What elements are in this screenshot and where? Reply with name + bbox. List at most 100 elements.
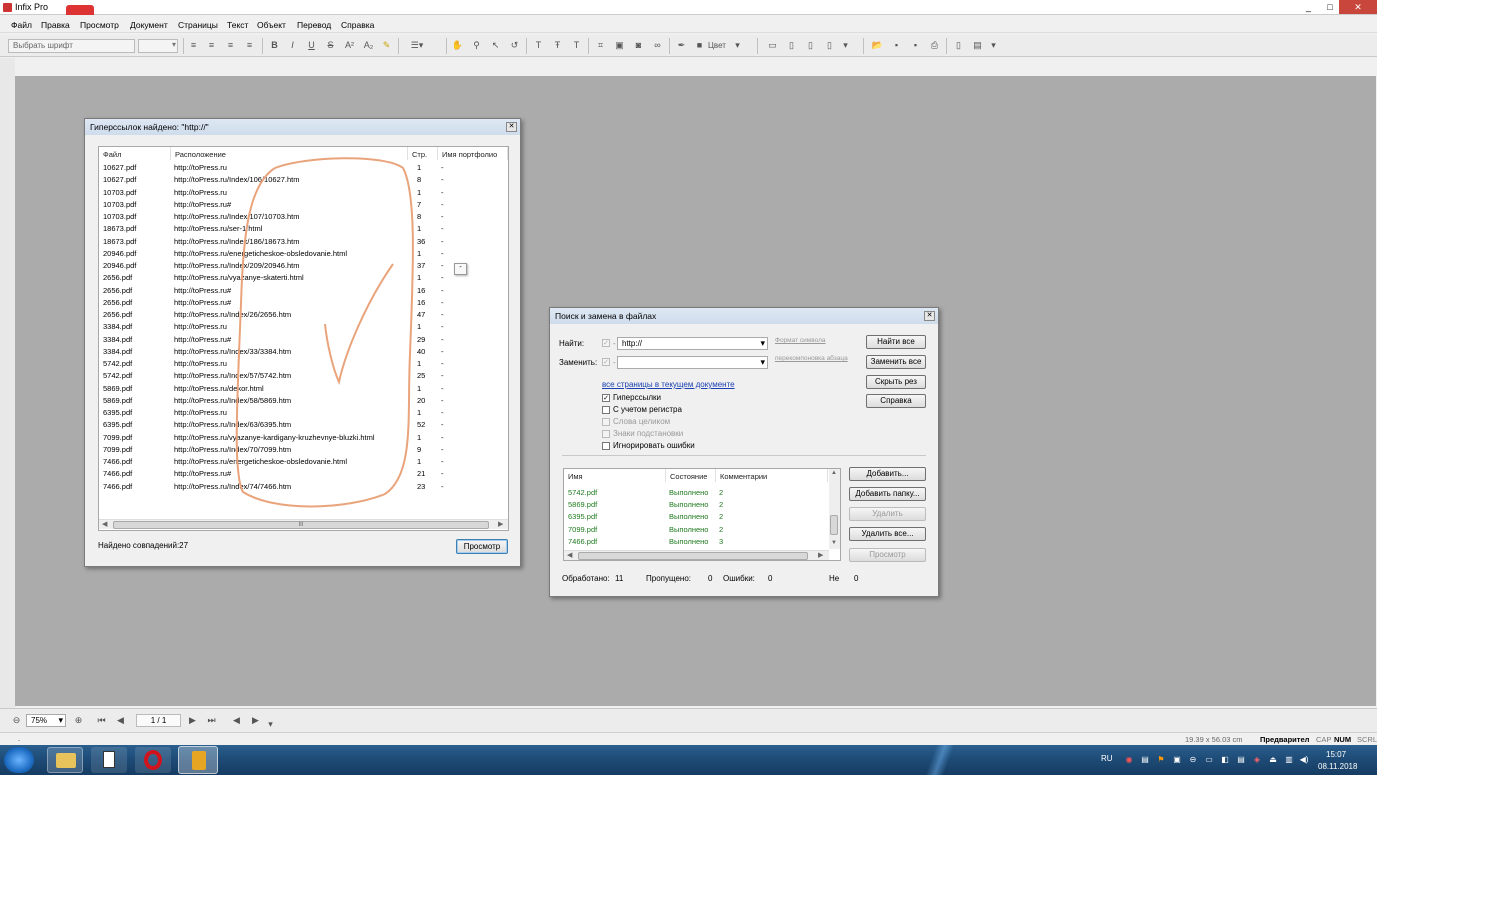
tray-network-icon[interactable]: ▤: [1140, 755, 1150, 765]
font-select[interactable]: Выбрать шрифт: [8, 39, 135, 53]
next-page-icon[interactable]: ▶: [186, 714, 199, 727]
text-edit-icon[interactable]: Ŧ: [551, 39, 564, 52]
file-comment[interactable]: 3: [719, 537, 723, 546]
scroll-right-icon[interactable]: ▶: [498, 520, 503, 528]
scroll-down-icon[interactable]: ▼: [831, 540, 837, 546]
link-file[interactable]: 10627.pdf: [103, 163, 136, 172]
link-portfolio[interactable]: -: [441, 457, 444, 466]
wildcards-checkbox[interactable]: [602, 430, 610, 438]
crop-icon[interactable]: ⌗: [594, 39, 607, 52]
tray-security-icon[interactable]: ◈: [1252, 755, 1262, 765]
scroll-right-icon[interactable]: ▶: [818, 551, 823, 559]
replace-all-button[interactable]: Заменить все: [866, 355, 926, 369]
link-file[interactable]: 20946.pdf: [103, 261, 136, 270]
page-add-icon[interactable]: ▯: [785, 39, 798, 52]
link-file[interactable]: 10703.pdf: [103, 188, 136, 197]
link-file[interactable]: 2656.pdf: [103, 286, 132, 295]
link-file[interactable]: 7099.pdf: [103, 445, 132, 454]
eyedropper-icon[interactable]: ✒: [675, 39, 688, 52]
vertical-scrollbar[interactable]: ▲ ▼: [829, 469, 840, 549]
scroll-thumb[interactable]: III: [113, 521, 489, 529]
col-comments[interactable]: Комментарии: [716, 469, 828, 482]
menu-translate[interactable]: Перевод: [297, 20, 331, 30]
horizontal-scrollbar[interactable]: ◀ III ▶: [99, 519, 508, 529]
link-portfolio[interactable]: -: [441, 261, 444, 270]
link-location[interactable]: http://toPress.ru#: [174, 286, 231, 295]
format-symbol-link[interactable]: Формат символа: [775, 337, 826, 344]
font-size-select[interactable]: [138, 39, 178, 53]
link-portfolio[interactable]: -: [441, 359, 444, 368]
text-frame-icon[interactable]: T: [570, 39, 583, 52]
minimize-button[interactable]: _: [1296, 0, 1321, 14]
link-file[interactable]: 20946.pdf: [103, 249, 136, 258]
select-tool-icon[interactable]: ↖: [489, 39, 502, 52]
file-status[interactable]: Выполнено: [669, 525, 708, 534]
remove-all-button[interactable]: Удалить все...: [849, 527, 926, 541]
file-comment[interactable]: 2: [719, 512, 723, 521]
last-page-icon[interactable]: ⏭: [205, 714, 218, 727]
link-location[interactable]: http://toPress.ru#: [174, 469, 231, 478]
taskbar-infix[interactable]: [178, 746, 218, 774]
menu-view[interactable]: Просмотр: [80, 20, 119, 30]
page-edit-icon[interactable]: ▯: [804, 39, 817, 52]
page-number-field[interactable]: 1 / 1: [136, 714, 181, 727]
tray-display-icon[interactable]: ▤: [1236, 755, 1246, 765]
horizontal-scrollbar[interactable]: ◀ ▶: [564, 550, 829, 560]
maximize-button[interactable]: □: [1321, 0, 1339, 14]
link-file[interactable]: 10703.pdf: [103, 212, 136, 221]
link-file[interactable]: 2656.pdf: [103, 310, 132, 319]
link-portfolio[interactable]: -: [441, 310, 444, 319]
zoom-select[interactable]: 75%: [26, 714, 66, 727]
replace-checkbox[interactable]: ✓: [602, 358, 610, 366]
add-folder-button[interactable]: Добавить папку...: [849, 487, 926, 501]
file-status[interactable]: Выполнено: [669, 488, 708, 497]
menu-file[interactable]: Файл: [11, 20, 32, 30]
link-file[interactable]: 2656.pdf: [103, 273, 132, 282]
file-status[interactable]: Выполнено: [669, 512, 708, 521]
export-dropdown-icon[interactable]: ▾: [987, 39, 1000, 52]
link-file[interactable]: 18673.pdf: [103, 224, 136, 233]
link-location[interactable]: http://toPress.ru: [174, 163, 227, 172]
link-file[interactable]: 3384.pdf: [103, 322, 132, 331]
zoom-out-icon[interactable]: ⊖: [10, 714, 23, 727]
back-icon[interactable]: ◀: [230, 714, 243, 727]
link-portfolio[interactable]: -: [441, 224, 444, 233]
start-button[interactable]: [4, 747, 34, 773]
tray-monitor-icon[interactable]: ▭: [1204, 755, 1214, 765]
zoom-in-icon[interactable]: ⊕: [72, 714, 85, 727]
link-portfolio[interactable]: -: [441, 335, 444, 344]
underline-icon[interactable]: U: [305, 39, 318, 52]
align-justify-icon[interactable]: ≡: [243, 39, 256, 52]
find-checkbox[interactable]: ✓: [602, 339, 610, 347]
col-portfolio[interactable]: Имя портфолио: [438, 147, 508, 160]
subscript-icon[interactable]: A₂: [362, 39, 375, 52]
replace-input[interactable]: [617, 356, 768, 369]
ignore-errors-checkbox[interactable]: [602, 442, 610, 450]
tray-sync-icon[interactable]: ⊖: [1188, 755, 1198, 765]
link-location[interactable]: http://toPress.ru: [174, 408, 227, 417]
scroll-left-icon[interactable]: ◀: [102, 520, 107, 528]
link-portfolio[interactable]: -: [441, 322, 444, 331]
print-icon[interactable]: ⎙: [928, 39, 941, 52]
bold-icon[interactable]: B: [268, 39, 281, 52]
link-file[interactable]: 3384.pdf: [103, 347, 132, 356]
menu-document[interactable]: Документ: [130, 20, 168, 30]
superscript-icon[interactable]: A²: [343, 39, 356, 52]
link-file[interactable]: 5742.pdf: [103, 359, 132, 368]
link-file[interactable]: 5869.pdf: [103, 396, 132, 405]
link-portfolio[interactable]: -: [441, 200, 444, 209]
tray-volume-icon[interactable]: ◀): [1299, 755, 1309, 765]
prev-page-icon[interactable]: ◀: [114, 714, 127, 727]
tray-device-icon[interactable]: ◧: [1220, 755, 1230, 765]
color-label[interactable]: Цвет: [708, 41, 726, 50]
file-name[interactable]: 5869.pdf: [568, 500, 597, 509]
link-portfolio[interactable]: -: [441, 163, 444, 172]
find-all-button[interactable]: Найти все: [866, 335, 926, 349]
link-portfolio[interactable]: -: [441, 482, 444, 491]
file-comment[interactable]: 2: [719, 488, 723, 497]
nav-dropdown-icon[interactable]: ▾: [264, 718, 277, 731]
clock-time[interactable]: 15:07: [1326, 750, 1346, 759]
preview-button[interactable]: Просмотр: [849, 548, 926, 562]
link-portfolio[interactable]: -: [441, 212, 444, 221]
find-input[interactable]: http://: [617, 337, 768, 350]
